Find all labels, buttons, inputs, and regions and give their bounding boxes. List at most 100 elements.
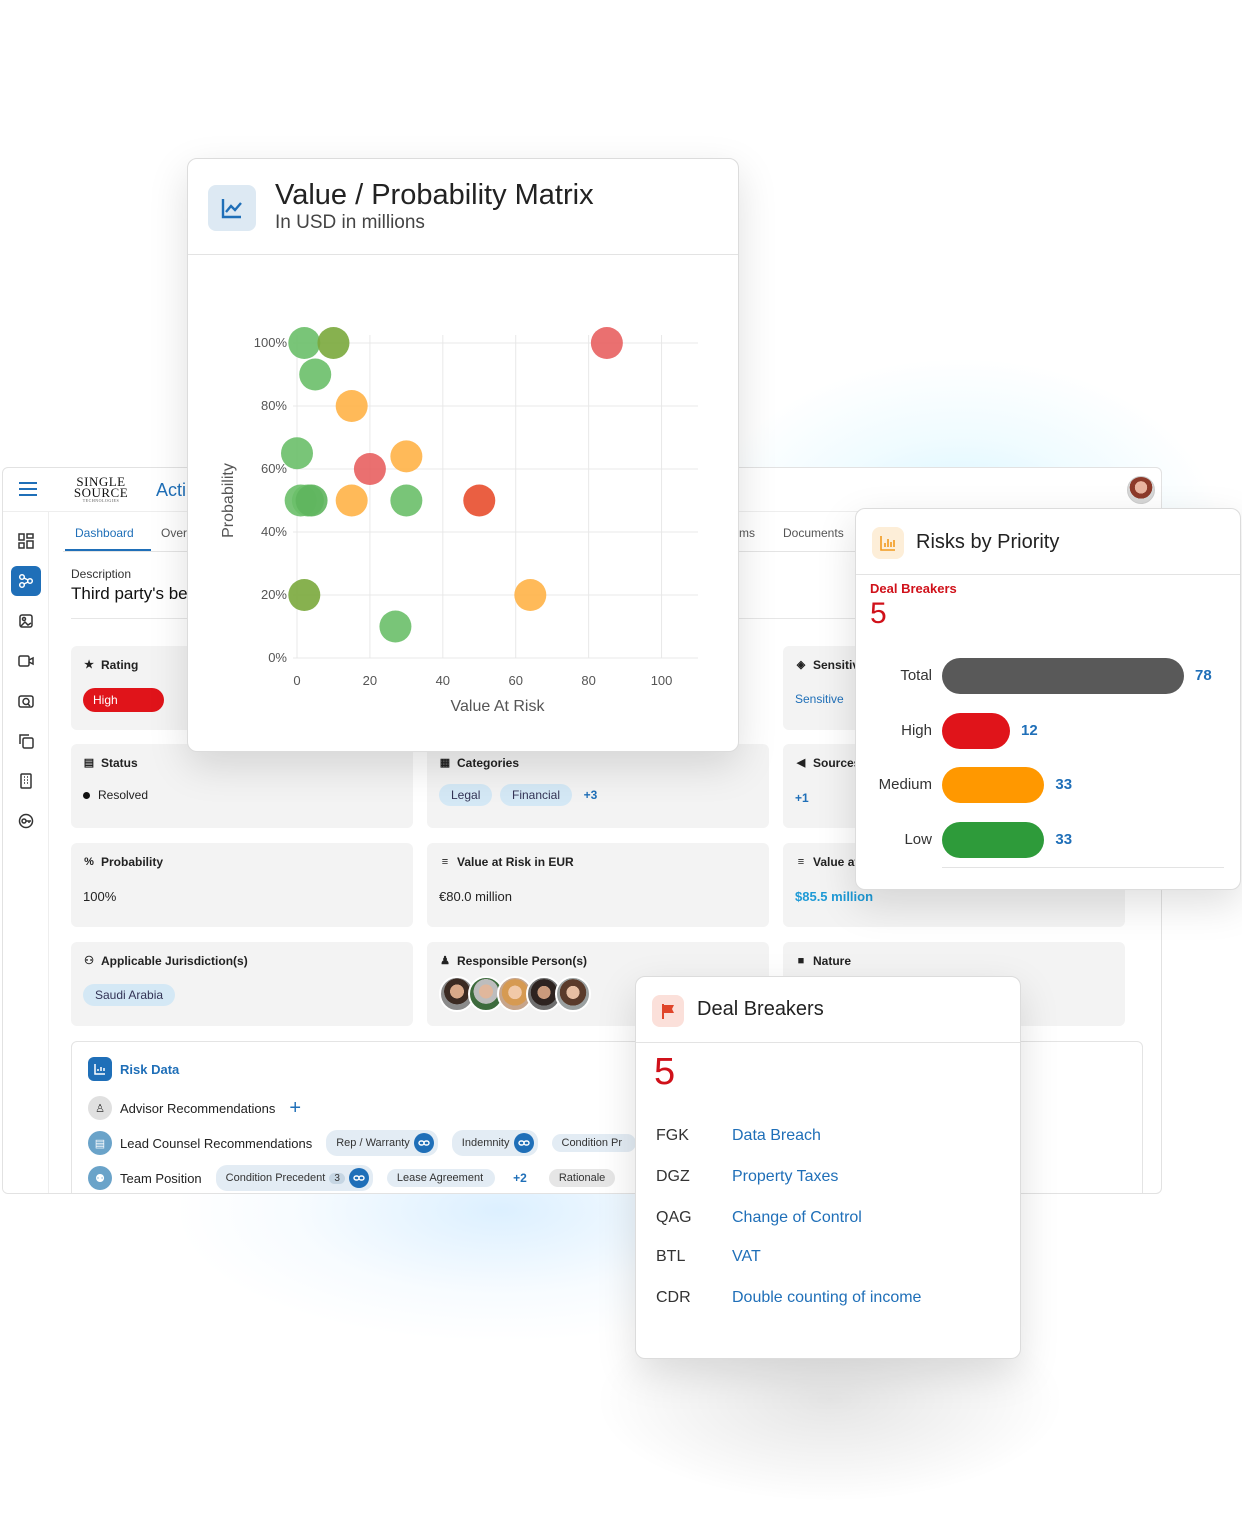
tab-dashboard[interactable]: Dashboard: [75, 526, 134, 540]
deal-breaker-link[interactable]: Property Taxes: [732, 1168, 838, 1186]
camera-search-icon[interactable]: [11, 686, 41, 716]
page-title: Acti: [156, 480, 187, 500]
team-icon: ⚉: [88, 1166, 112, 1190]
panel-title: Value / Probability Matrix: [275, 179, 594, 211]
person-icon: ♟: [440, 955, 450, 967]
lead-tag[interactable]: Indemnity: [451, 1130, 538, 1156]
tab-overview[interactable]: Over: [161, 526, 187, 540]
gallery-icon[interactable]: [11, 606, 41, 636]
dashboard-icon[interactable]: [11, 526, 41, 556]
y-tick-label: 40%: [261, 524, 287, 539]
scatter-point: [390, 484, 423, 517]
scatter-point: [288, 327, 321, 359]
people-icon: ⚇: [84, 955, 94, 967]
chart-icon: [88, 1057, 112, 1081]
team-more[interactable]: +2: [513, 1171, 527, 1185]
responsible-label-text: Responsible Person(s): [457, 954, 588, 968]
link-icon[interactable]: [513, 1133, 534, 1153]
lead-counsel-label: Lead Counsel Recommendations: [120, 1135, 313, 1151]
deal-breaker-link[interactable]: Data Breach: [732, 1127, 821, 1145]
scatter-point: [390, 440, 423, 473]
value-probability-matrix-panel: Value / Probability Matrix In USD in mil…: [187, 158, 739, 752]
deal-breaker-link[interactable]: VAT: [732, 1248, 761, 1266]
team-tag[interactable]: Lease Agreement: [386, 1169, 496, 1187]
categories-label-text: Categories: [457, 756, 520, 770]
avatar[interactable]: [555, 976, 591, 1012]
categories-tags: Legal Financial +3: [439, 784, 597, 806]
y-tick-label: 0%: [268, 650, 287, 665]
rating-label-text: Rating: [101, 658, 139, 672]
deal-breaker-link[interactable]: Change of Control: [732, 1209, 862, 1227]
deal-breaker-code: DGZ: [656, 1168, 690, 1185]
key-icon[interactable]: [11, 806, 41, 836]
priority-bar[interactable]: [942, 658, 1184, 694]
link-icon[interactable]: [413, 1133, 434, 1153]
priority-row: High 12: [856, 713, 1240, 749]
probability-card: % Probability 100%: [71, 843, 413, 927]
scatter-point: [379, 610, 412, 643]
priority-value: 78: [1195, 667, 1212, 684]
lead-tag[interactable]: Rep / Warranty: [326, 1130, 438, 1156]
scatter-point: [353, 453, 386, 485]
tab-documents[interactable]: Documents: [783, 526, 844, 540]
team-position-label: Team Position: [120, 1170, 202, 1186]
add-advisor-button[interactable]: +: [289, 1097, 301, 1120]
tab-items[interactable]: ms: [739, 526, 755, 540]
sources-more-link[interactable]: +1: [795, 791, 809, 805]
risk-network-icon[interactable]: [11, 566, 41, 596]
lead-tag[interactable]: Condition Pr: [551, 1134, 637, 1152]
priority-row: Low 33: [856, 822, 1240, 858]
deal-breakers-label: Deal Breakers: [870, 581, 957, 596]
copy-icon[interactable]: [11, 726, 41, 756]
x-tick-label: 0: [293, 673, 300, 688]
advisor-label: Advisor Recommendations: [120, 1100, 276, 1116]
x-tick-label: 80: [581, 673, 595, 688]
y-tick-label: 60%: [261, 461, 287, 476]
y-tick-label: 80%: [261, 398, 287, 413]
panel-subtitle: In USD in millions: [275, 212, 425, 233]
link-icon[interactable]: [348, 1168, 369, 1188]
scatter-point: [335, 390, 368, 422]
percent-icon: %: [84, 856, 94, 868]
category-tag[interactable]: Financial: [500, 784, 573, 806]
priority-bar[interactable]: [942, 822, 1045, 858]
sensitivity-label-text: Sensitiv: [813, 658, 860, 672]
logo[interactable]: SINGLE SOURCE TECHNOLOGIES: [71, 475, 131, 503]
scatter-point: [281, 437, 313, 470]
team-tag[interactable]: Condition Precedent 3: [215, 1165, 373, 1191]
nature-label-text: Nature: [813, 954, 852, 968]
x-tick-label: 20: [363, 673, 377, 688]
video-icon[interactable]: [11, 646, 41, 676]
categories-card: ▦ Categories Legal Financial +3: [427, 744, 769, 828]
priority-bar[interactable]: [942, 767, 1045, 803]
priority-bar[interactable]: [942, 713, 1010, 749]
scatter-point: [295, 484, 328, 517]
user-avatar[interactable]: [1127, 476, 1155, 504]
value-eur-label: ≡ Value at Risk in EUR: [439, 855, 574, 869]
category-tag[interactable]: Legal: [439, 784, 493, 806]
value-eur-value: €80.0 million: [439, 889, 512, 904]
menu-icon[interactable]: [19, 482, 37, 496]
scatter-point: [463, 484, 496, 517]
axis-line: [942, 867, 1224, 868]
megaphone-icon: ◀: [796, 757, 806, 769]
rationale-tag[interactable]: Rationale: [548, 1169, 616, 1187]
team-tag-count: 3: [329, 1172, 345, 1184]
scatter-point: [590, 327, 623, 359]
building-icon[interactable]: [11, 766, 41, 796]
nature-label: ■ Nature: [795, 954, 851, 968]
jurisdiction-tag[interactable]: Saudi Arabia: [83, 984, 176, 1006]
panel-header: Risks by Priority: [856, 509, 1240, 575]
sensitivity-value: Sensitive: [795, 692, 844, 706]
priority-label: Total: [900, 667, 932, 684]
status-label: ▤ Status: [83, 756, 138, 770]
value-usd-value: $85.5 million: [795, 889, 874, 904]
scatter-chart: 0 20 40 60 80 100 0% 20% 40% 60% 80% 100% Value At R…: [220, 327, 698, 715]
categories-more[interactable]: +3: [584, 788, 598, 802]
priority-label: High: [901, 722, 932, 739]
rating-label: ★ Rating: [83, 658, 138, 672]
deal-breaker-link[interactable]: Double counting of income: [732, 1289, 921, 1307]
probability-label: % Probability: [83, 855, 163, 869]
scatter-point: [335, 484, 368, 517]
x-tick-label: 40: [436, 673, 450, 688]
